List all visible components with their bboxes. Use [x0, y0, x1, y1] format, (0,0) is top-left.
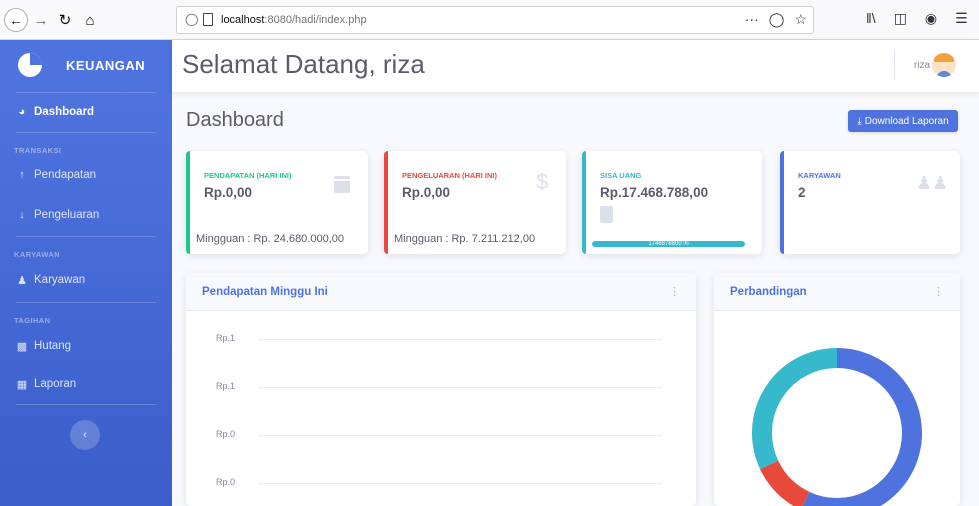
pie-chart-logo-icon	[18, 53, 42, 77]
card-weekly-text: Mingguan : Rp. 7.211.212,00	[394, 233, 536, 245]
sidebar-item-pendapatan[interactable]: ↑ Pendapatan	[0, 157, 172, 193]
dollar-sign-icon: $	[536, 169, 549, 194]
url-text[interactable]: localhost:8080/hadi/index.php	[221, 14, 367, 26]
panel-title: Pendapatan Minggu Ini	[202, 286, 328, 298]
card-accent	[780, 151, 784, 254]
back-arrow-icon[interactable]: ←	[4, 8, 28, 32]
account-icon[interactable]: ◉	[925, 10, 937, 27]
reload-icon[interactable]: ↻	[56, 8, 74, 32]
panel-perbandingan: Perbandingan ⋮	[714, 273, 960, 506]
hamburger-menu-icon[interactable]: ☰	[955, 10, 968, 27]
arrow-down-icon: ↓	[19, 209, 25, 221]
clipboard-list-icon	[600, 206, 613, 223]
sidebar-divider	[16, 236, 156, 237]
download-report-label: Download Laporan	[864, 115, 949, 127]
y-tick-label: Rp.0	[216, 429, 236, 439]
donut-chart	[752, 348, 922, 506]
pocket-icon[interactable]: ◯	[769, 11, 785, 28]
card-value: Rp.0,00	[402, 185, 451, 200]
more-icon[interactable]: ···	[745, 11, 759, 28]
user-name[interactable]: riza	[914, 60, 930, 71]
panel-pendapatan-minggu-ini: Pendapatan Minggu Ini ⋮ Rp.1 Rp.1 Rp.0 Rp.0	[186, 273, 696, 506]
sidebar-item-label: Hutang	[34, 340, 72, 352]
sidebar-toggle-icon[interactable]: ◫	[894, 10, 907, 27]
grid-line	[258, 339, 662, 340]
browser-toolbar: ← → ↻ ⌂ ◯ localhost:8080/hadi/index.php …	[0, 0, 979, 40]
page-icon	[203, 13, 213, 26]
brand-title: KEUANGAN	[66, 58, 146, 73]
sidebar-item-laporan[interactable]: ▦ Laporan	[0, 366, 172, 402]
sidebar-divider	[16, 92, 156, 93]
y-tick-label: Rp.1	[216, 381, 236, 391]
card-weekly-text: Mingguan : Rp. 24.680.000,00	[196, 233, 345, 245]
sidebar-item-label: Pendapatan	[34, 169, 97, 181]
users-icon: ♟	[17, 274, 27, 287]
table-icon: ▦	[16, 378, 28, 391]
sidebar-item-label: Karyawan	[34, 274, 86, 286]
library-icon[interactable]: ‖\	[866, 10, 876, 27]
sidebar-divider	[16, 132, 156, 133]
avatar[interactable]	[932, 53, 956, 77]
card-pengeluaran: PENGELUARAN (HARI INI) Rp.0,00 $ Minggua…	[384, 151, 566, 254]
card-value: Rp.0,00	[204, 185, 253, 200]
grid-line	[258, 387, 662, 388]
users-icon: ♟♟	[916, 173, 949, 193]
y-tick-label: Rp.0	[216, 477, 236, 487]
panel-header: Pendapatan Minggu Ini ⋮	[186, 273, 696, 311]
grid-line	[258, 483, 662, 484]
card-label: PENGELUARAN (HARI INI)	[402, 171, 497, 180]
shield-icon[interactable]: ◯	[185, 12, 198, 26]
forward-arrow-icon[interactable]: →	[32, 8, 50, 32]
address-bar[interactable]: ◯ localhost:8080/hadi/index.php ··· ◯ ☆	[176, 6, 814, 34]
calendar-icon	[334, 176, 350, 193]
sidebar-divider	[16, 404, 156, 405]
card-sisa-uang: SISA UANG Rp.17.468.788,00 1746878800 %	[582, 151, 762, 254]
sidebar-heading-karyawan: KARYAWAN	[14, 250, 60, 259]
download-icon: ⤓	[857, 115, 862, 127]
card-accent	[384, 151, 388, 254]
card-pendapatan: PENDAPATAN (HARI INI) Rp.0,00 Mingguan :…	[186, 151, 368, 254]
bar-chart-icon: ▩	[16, 340, 28, 353]
grid-line	[258, 435, 662, 436]
sidebar: KEUANGAN ◕ Dashboard TRANSAKSI ↑ Pendapa…	[0, 40, 172, 506]
sidebar-heading-transaksi: TRANSAKSI	[14, 146, 62, 155]
vertical-dots-icon[interactable]: ⋮	[669, 285, 680, 298]
sidebar-item-karyawan[interactable]: ♟ Karyawan	[0, 262, 172, 298]
welcome-heading: Selamat Datang, riza	[182, 49, 425, 79]
sidebar-divider	[16, 302, 156, 303]
sidebar-item-pengeluaran[interactable]: ↓ Pengeluaran	[0, 197, 172, 233]
url-host: localhost	[221, 14, 265, 26]
page-title: Dashboard	[186, 109, 284, 131]
url-path: :8080/hadi/index.php	[264, 14, 367, 26]
chevron-left-icon: ‹	[83, 429, 87, 441]
donut-slice-1[interactable]	[760, 460, 810, 506]
card-accent	[582, 151, 586, 254]
sidebar-item-label: Pengeluaran	[34, 209, 100, 221]
sidebar-item-label: Laporan	[34, 378, 77, 390]
dashboard-gauge-icon: ◕	[18, 106, 26, 118]
card-value: 2	[798, 185, 806, 200]
card-value: Rp.17.468.788,00	[600, 185, 709, 200]
donut-slice-2[interactable]	[752, 348, 838, 470]
card-label: SISA UANG	[600, 171, 642, 180]
topbar: Selamat Datang, riza riza	[172, 40, 979, 92]
donut-slice-0[interactable]	[802, 348, 922, 506]
brand-link[interactable]: KEUANGAN	[0, 40, 172, 92]
card-karyawan: KARYAWAN 2 ♟♟	[780, 151, 960, 254]
bookmark-star-icon[interactable]: ☆	[794, 11, 807, 28]
sidebar-item-dashboard[interactable]: ◕ Dashboard	[0, 94, 172, 130]
sidebar-toggle-button[interactable]: ‹	[70, 420, 100, 450]
card-accent	[186, 151, 190, 254]
card-label: PENDAPATAN (HARI INI)	[204, 171, 292, 180]
topbar-divider	[894, 52, 895, 80]
sidebar-item-label: Dashboard	[34, 106, 95, 118]
sidebar-heading-tagihan: TAGIHAN	[14, 316, 51, 325]
download-report-button[interactable]: ⤓ Download Laporan	[848, 110, 958, 132]
card-label: KARYAWAN	[798, 171, 841, 180]
progress-text: 1746878800 %	[648, 241, 689, 247]
arrow-up-icon: ↑	[19, 169, 25, 181]
y-tick-label: Rp.1	[216, 333, 236, 343]
sidebar-item-hutang[interactable]: ▩ Hutang	[0, 328, 172, 364]
home-icon[interactable]: ⌂	[80, 8, 100, 32]
